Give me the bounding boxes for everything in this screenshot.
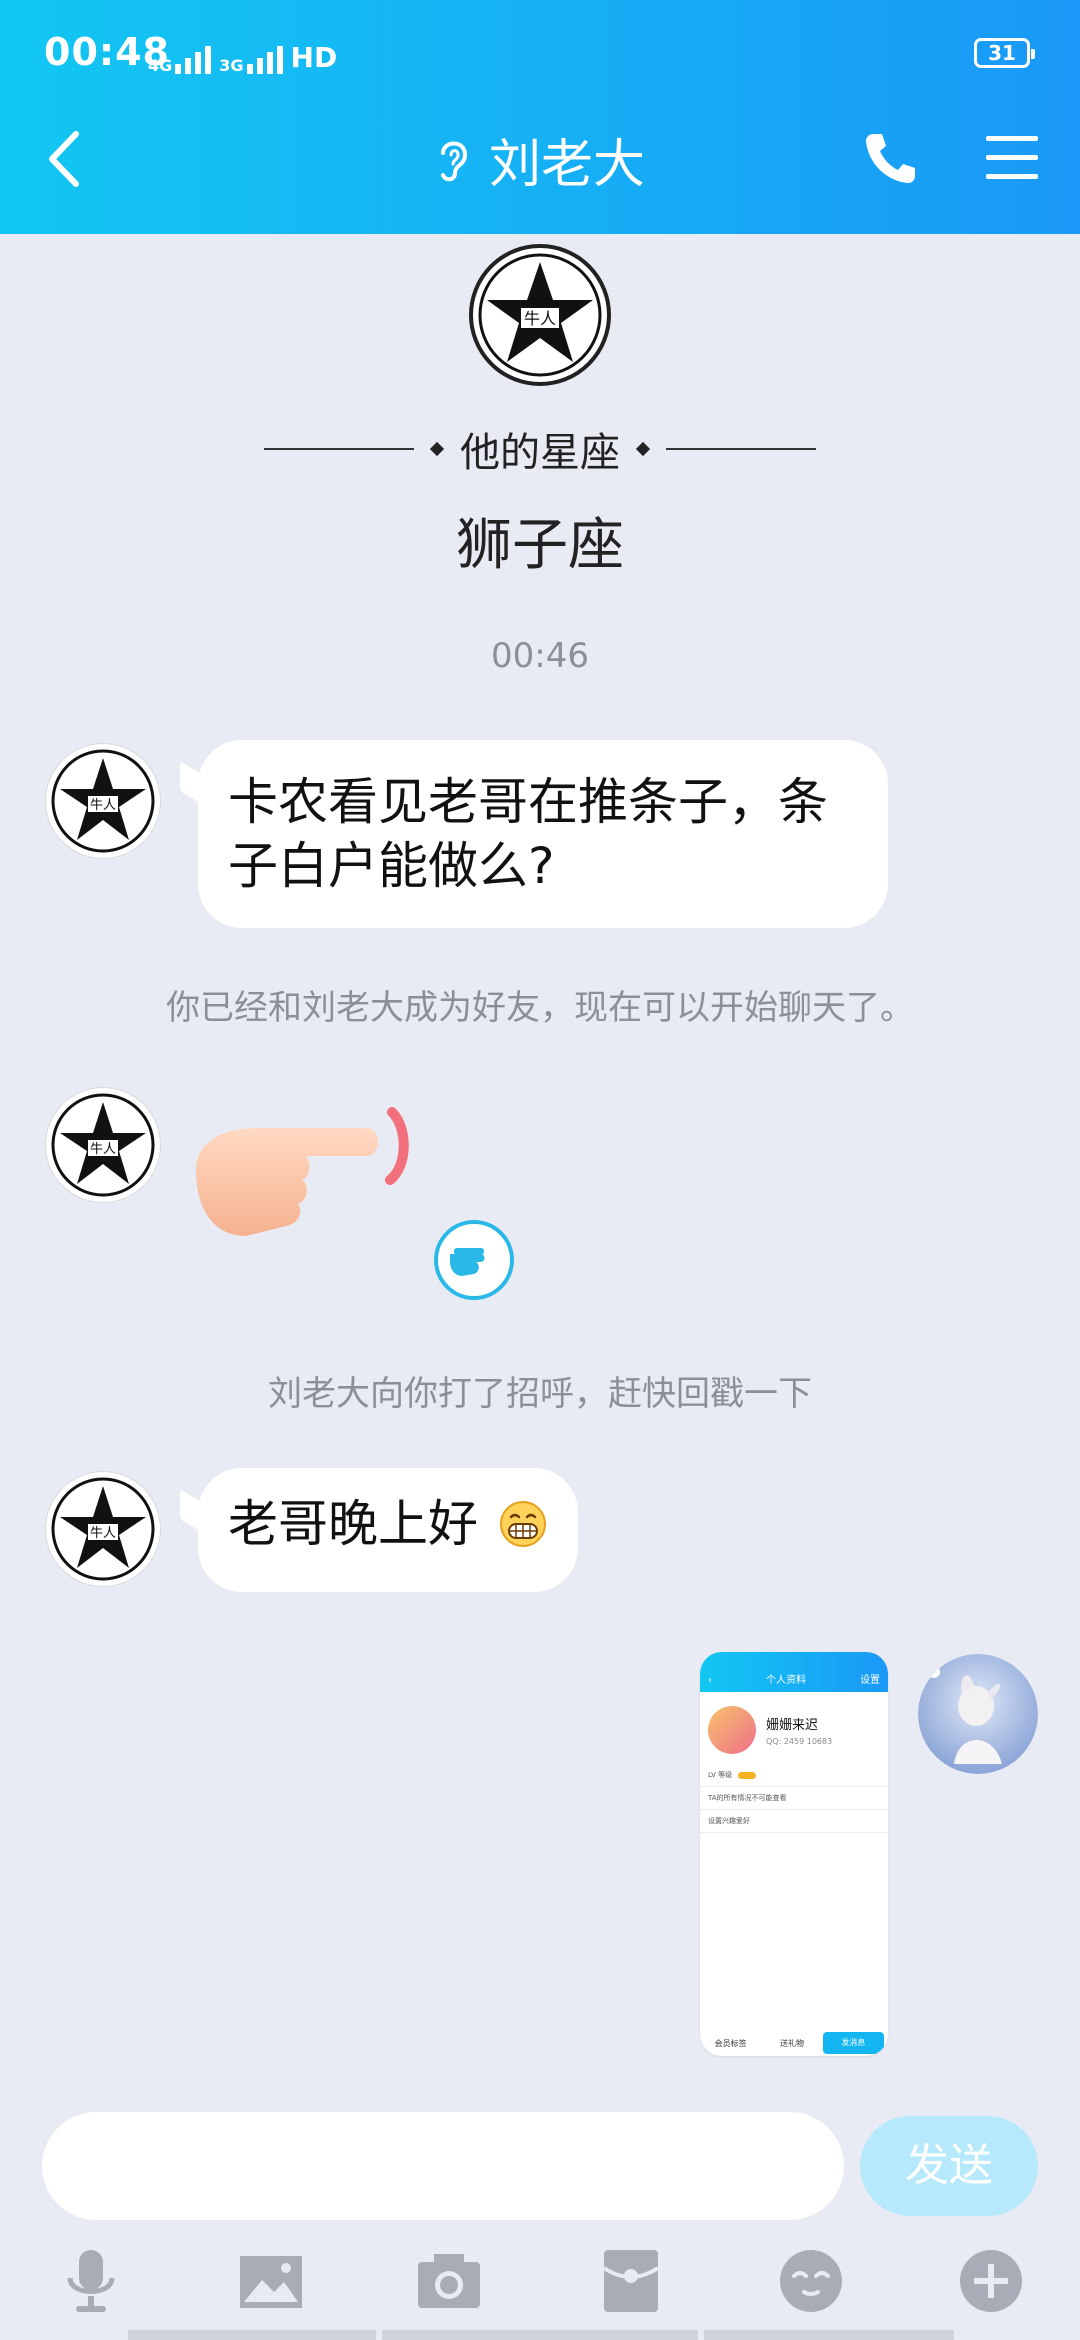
panel-indicator	[128, 2330, 376, 2340]
signal-3g-icon: 3G	[219, 44, 283, 74]
grin-emoji-icon	[499, 1501, 546, 1547]
message-text: 老哥晚上好	[228, 1495, 478, 1553]
signal-4g-icon: 4G	[148, 44, 212, 74]
emoji-icon[interactable]	[776, 2246, 846, 2316]
panel-indicator	[382, 2330, 698, 2340]
phone-icon[interactable]	[860, 128, 920, 188]
svg-text:牛人: 牛人	[90, 1526, 116, 1541]
contact-avatar[interactable]: 牛人	[46, 1088, 160, 1202]
plus-icon[interactable]	[956, 2246, 1026, 2316]
message-text: 卡农看见老哥在推条子，条子白户能做么?	[228, 773, 828, 895]
network-status: 4G 3G HD	[148, 34, 337, 74]
chat-header: 00:48 4G 3G HD 31 刘老大	[0, 0, 1080, 234]
contact-name: 刘老大	[488, 135, 645, 195]
system-message: 你已经和刘老大成为好友，现在可以开始聊天了。	[166, 988, 914, 1028]
contact-avatar-large[interactable]: 牛人	[469, 244, 611, 386]
system-message: 刘老大向你打了招呼，赶快回戳一下	[268, 1374, 812, 1414]
message-bubble[interactable]: 老哥晚上好	[180, 1468, 578, 1592]
message-input[interactable]	[42, 2112, 844, 2220]
image-icon[interactable]	[236, 2246, 306, 2316]
camera-icon[interactable]	[414, 2246, 484, 2316]
constellation-value: 狮子座	[456, 513, 624, 578]
contact-avatar[interactable]: 牛人	[46, 744, 160, 858]
svg-text:牛人: 牛人	[524, 309, 556, 328]
chat-timestamp: 00:46	[491, 636, 589, 676]
red-packet-icon[interactable]	[596, 2246, 666, 2316]
hd-label: HD	[290, 41, 338, 74]
constellation-label: 他的星座	[460, 430, 620, 476]
poke-hand-icon[interactable]	[186, 1100, 416, 1250]
svg-text:牛人: 牛人	[90, 1142, 116, 1157]
poke-back-icon[interactable]	[432, 1218, 516, 1302]
microphone-icon[interactable]	[56, 2246, 126, 2316]
contact-avatar[interactable]: 牛人	[46, 1472, 160, 1586]
message-bubble[interactable]: 卡农看见老哥在推条子，条子白户能做么?	[180, 740, 888, 928]
ear-icon[interactable]	[435, 135, 471, 185]
my-avatar[interactable]	[918, 1654, 1038, 1774]
battery-icon: 31	[974, 38, 1035, 68]
sent-image[interactable]: ‹ 个人资料 设置 姗姗来迟 QQ: 2459 10683 LV 等级 TA的所有情…	[700, 1652, 888, 2056]
constellation-heading: 他的星座	[256, 420, 824, 478]
menu-icon[interactable]	[984, 130, 1040, 186]
svg-text:牛人: 牛人	[90, 798, 116, 813]
panel-indicator	[704, 2330, 954, 2340]
send-button[interactable]: 发送	[860, 2116, 1038, 2216]
